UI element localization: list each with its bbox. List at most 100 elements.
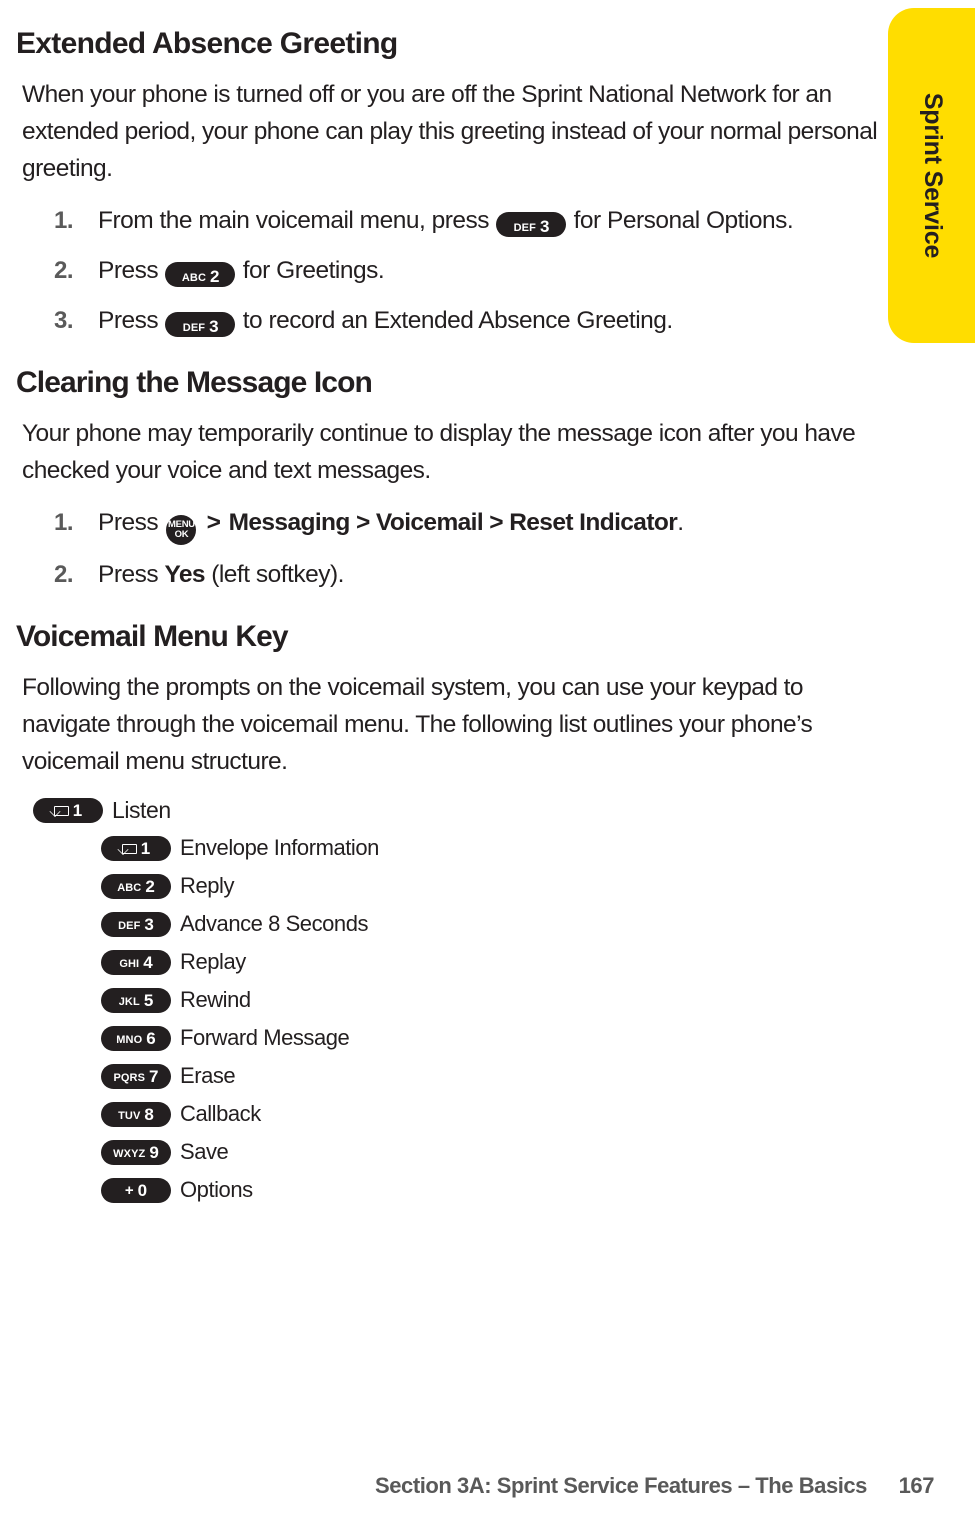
keypad-key-digit-label: 2: [210, 267, 219, 286]
menu-ok-key-line2: OK: [174, 529, 189, 540]
step-item: 3. Press DEF 3 to record an Extended Absen…: [16, 301, 882, 341]
voicemail-menu-tree: 1 Listen 1 Envelope Information ABC 2 Reply DEF…: [16, 796, 882, 1204]
voicemail-menu-item: +0 Options: [16, 1176, 882, 1204]
voicemail-menu-item: 1 Envelope Information: [16, 834, 882, 862]
keypad-key-digit-label: 1: [72, 800, 83, 820]
voicemail-menu-item-key: +0: [100, 1177, 172, 1203]
keypad-key-digit-label: 2: [145, 876, 155, 896]
keypad-key-letters-label: MNO: [116, 1033, 143, 1046]
step-text-before: Press: [98, 307, 165, 334]
step-text-before: Press: [98, 257, 165, 284]
voicemail-menu-item-label: Listen: [112, 797, 171, 823]
page-body: Extended Absence Greeting When your phon…: [0, 0, 888, 1524]
keypad-key-plus-icon: +0: [101, 1177, 171, 1203]
step-text-after: (left softkey).: [204, 561, 344, 588]
step-text-after: to record an Extended Absence Greeting.: [236, 307, 673, 334]
keypad-key-letters-label: DEF: [182, 322, 206, 334]
keypad-key-letters-label: JKL: [118, 995, 140, 1008]
voicemail-menu-item-key: TUV 8: [100, 1101, 172, 1127]
keypad-key-digit-label: 5: [143, 990, 154, 1010]
step-number: 1.: [54, 207, 74, 234]
envelope-icon: [121, 843, 137, 854]
voicemail-menu-item-label: Save: [180, 1139, 229, 1164]
footer-section-title: Section 3A: Sprint Service Features – Th…: [375, 1473, 867, 1498]
step-item: 1. Press MENU OK > Messaging > Voicemail >…: [16, 503, 882, 545]
voicemail-menu-item: PQRS 7 Erase: [16, 1062, 882, 1090]
section-thumb-tab: Sprint Service: [888, 8, 975, 343]
voicemail-menu-item-key: 1: [32, 797, 104, 823]
keypad-key-digit-label: 7: [149, 1066, 159, 1086]
voicemail-menu-item: MNO 6 Forward Message: [16, 1024, 882, 1052]
keypad-key-letters: PQRS 7: [101, 1063, 171, 1089]
content-column: Extended Absence Greeting When your phon…: [16, 26, 882, 1214]
envelope-icon: [53, 805, 69, 816]
step-text-after: for Personal Options.: [567, 207, 794, 234]
voicemail-menu-item-key: PQRS 7: [100, 1063, 172, 1089]
voicemail-menu-item-label: Callback: [180, 1101, 261, 1126]
voicemail-menu-item-key: MNO 6: [100, 1025, 172, 1051]
step-softkey-label: Yes: [164, 561, 205, 588]
voicemail-menu-item-label: Envelope Information: [180, 835, 379, 860]
keypad-key-letters: JKL 5: [101, 987, 171, 1013]
keypad-key-letters-label: ABC: [117, 881, 142, 894]
section-heading-clearing-message-icon: Clearing the Message Icon: [16, 366, 373, 399]
page-title: Extended Absence Greeting: [16, 27, 398, 60]
step-number: 1.: [54, 509, 74, 536]
voicemail-menu-item: GHI 4 Replay: [16, 948, 882, 976]
keypad-key-letters: MNO 6: [101, 1025, 171, 1051]
steps-clearing-message-icon: 1. Press MENU OK > Messaging > Voicemail >…: [16, 503, 882, 595]
keypad-key-letters: GHI 4: [101, 949, 171, 975]
keypad-key-letters: DEF 3: [101, 911, 171, 937]
step-text-after: .: [677, 509, 684, 536]
step-number: 2.: [54, 257, 74, 284]
keypad-key-letters-label: DEF: [513, 222, 536, 234]
plus-icon: +: [124, 1181, 134, 1199]
voicemail-menu-item: WXYZ 9 Save: [16, 1138, 882, 1166]
page-number: 167: [898, 1473, 935, 1498]
voicemail-menu-item: 1 Listen: [16, 796, 882, 824]
step-number: 3.: [54, 307, 74, 334]
voicemail-menu-item-label: Advance 8 Seconds: [180, 911, 369, 936]
keypad-key-letters: ABC 2: [101, 873, 171, 899]
keypad-key-letters-label: PQRS: [113, 1071, 146, 1084]
keypad-key-digit-label: 6: [146, 1028, 156, 1048]
step-text-before: Press: [98, 561, 165, 588]
voicemail-menu-item-key: JKL 5: [100, 987, 172, 1013]
keypad-key-digit-label: 0: [137, 1180, 148, 1200]
keypad-key-letters: WXYZ 9: [101, 1139, 171, 1165]
chevron-right-icon: >: [200, 509, 227, 536]
keypad-key-letters-label: ABC: [181, 272, 207, 284]
intro-paragraph-extended-absence: When your phone is turned off or you are…: [22, 81, 878, 182]
voicemail-menu-item-label: Rewind: [180, 987, 251, 1012]
keypad-key-letters: TUV 8: [101, 1101, 171, 1127]
keypad-key-digit-label: 9: [149, 1142, 159, 1162]
voicemail-menu-item-label: Forward Message: [180, 1025, 350, 1050]
keypad-key-letters: DEF 3: [496, 212, 567, 237]
voicemail-menu-item-label: Options: [180, 1177, 253, 1202]
keypad-key-digit-label: 3: [144, 914, 154, 934]
keypad-key-letters-label: DEF: [118, 919, 141, 932]
keypad-key-letters: DEF 3: [165, 312, 236, 337]
keypad-key-letters-label: WXYZ: [113, 1147, 146, 1160]
step-item: 1. From the main voicemail menu, press DE…: [16, 201, 882, 241]
step-text-after: for Greetings.: [236, 257, 385, 284]
step-menu-path: Messaging > Voicemail > Reset Indicator: [228, 509, 678, 536]
keypad-key-digit-label: 4: [143, 952, 153, 972]
section-thumb-tab-label: Sprint Service: [919, 92, 947, 259]
step-number: 2.: [54, 561, 74, 588]
voicemail-menu-item: ABC 2 Reply: [16, 872, 882, 900]
keypad-key-letters-label: TUV: [118, 1109, 141, 1122]
keypad-key-digit-label: 3: [539, 217, 549, 236]
keypad-key-envelope-icon: 1: [101, 835, 171, 861]
page-footer: Section 3A: Sprint Service Features – Th…: [0, 1473, 934, 1499]
voicemail-menu-item-label: Erase: [180, 1063, 236, 1088]
voicemail-menu-item-key: WXYZ 9: [100, 1139, 172, 1165]
step-item: 2. Press ABC 2 for Greetings.: [16, 251, 882, 291]
step-item: 2. Press Yes (left softkey).: [16, 555, 882, 595]
keypad-key-letters-label: GHI: [119, 957, 140, 970]
keypad-key-envelope-icon: 1: [33, 797, 103, 823]
voicemail-menu-item-key: GHI 4: [100, 949, 172, 975]
keypad-key-digit-label: 1: [140, 838, 151, 858]
section-heading-voicemail-menu-key: Voicemail Menu Key: [16, 620, 289, 653]
voicemail-menu-item: DEF 3 Advance 8 Seconds: [16, 910, 882, 938]
